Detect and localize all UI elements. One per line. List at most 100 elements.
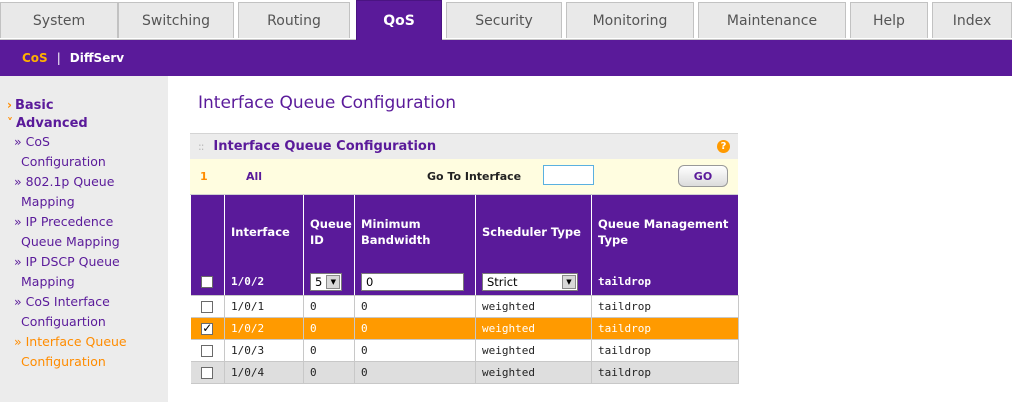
sidebar-item-ip-dscp-queue-mapping[interactable]: » IP DSCP Queue Mapping bbox=[0, 252, 168, 292]
sub-nav: CoS | DiffServ bbox=[0, 40, 1012, 76]
queue-id-select-value: 5 bbox=[315, 274, 323, 289]
sidebar-item-label: » IP Precedence bbox=[14, 214, 114, 229]
sidebar-item-label: Mapping bbox=[21, 274, 75, 289]
cell-min-bandwidth: 0 bbox=[354, 295, 476, 318]
cell-min-bandwidth: 0 bbox=[354, 317, 476, 340]
cell-scheduler-type: weighted bbox=[475, 295, 592, 318]
page-title: Interface Queue Configuration bbox=[198, 93, 457, 113]
column-header-queue-management-type: Queue Management Type bbox=[591, 195, 739, 269]
edit-row-interface: 1/0/2 bbox=[224, 269, 304, 296]
column-header-minimum-bandwidth: Minimum Bandwidth bbox=[354, 195, 476, 269]
queue-id-select[interactable]: 5 ▼ bbox=[310, 272, 343, 291]
drag-handle-icon[interactable]: :: bbox=[198, 140, 205, 153]
select-all-checkbox[interactable] bbox=[201, 276, 214, 289]
help-icon[interactable]: ? bbox=[717, 140, 730, 153]
cell-queue-management: taildrop bbox=[591, 361, 739, 384]
scheduler-type-select-value: Strict bbox=[487, 274, 518, 289]
interface-queue-panel: :: Interface Queue Configuration ? 1 All… bbox=[190, 133, 739, 384]
subnav-separator: | bbox=[56, 51, 61, 65]
cell-queue-management: taildrop bbox=[591, 339, 739, 362]
cell-interface: 1/0/4 bbox=[224, 361, 304, 384]
cell-queue-id: 0 bbox=[303, 317, 355, 340]
cell-queue-id: 0 bbox=[303, 295, 355, 318]
sidebar-item-label: » 802.1p Queue bbox=[14, 174, 115, 189]
chevron-down-icon: ▼ bbox=[562, 274, 576, 289]
column-header-queue-id: Queue ID bbox=[303, 195, 355, 269]
top-nav: System Switching Routing QoS Security Mo… bbox=[0, 0, 1012, 40]
column-header-scheduler-type: Scheduler Type bbox=[475, 195, 592, 269]
sidebar: › Basic ˅ Advanced » CoS Configuration » 8… bbox=[0, 76, 168, 402]
table-header-row: Interface Queue ID Minimum Bandwidth Sch… bbox=[190, 195, 739, 269]
cell-scheduler-type: weighted bbox=[475, 317, 592, 340]
column-header-interface: Interface bbox=[224, 195, 304, 269]
tab-monitoring[interactable]: Monitoring bbox=[566, 2, 694, 38]
tab-index[interactable]: Index bbox=[932, 2, 1012, 38]
edit-row-queue-management: taildrop bbox=[591, 269, 739, 296]
sidebar-item-label: Queue Mapping bbox=[21, 234, 120, 249]
sidebar-item-label: » Interface Queue bbox=[14, 334, 127, 349]
sidebar-item-label: » CoS bbox=[14, 134, 50, 149]
cell-interface: 1/0/1 bbox=[224, 295, 304, 318]
table-row[interactable]: 1/0/2 0 0 weighted taildrop bbox=[190, 317, 739, 340]
sidebar-item-8021p-queue-mapping[interactable]: » 802.1p Queue Mapping bbox=[0, 172, 168, 212]
row-checkbox-cell bbox=[190, 317, 225, 340]
cell-queue-id: 0 bbox=[303, 339, 355, 362]
scheduler-type-select[interactable]: Strict ▼ bbox=[482, 272, 578, 291]
sidebar-basic[interactable]: › Basic bbox=[0, 96, 168, 114]
tab-system[interactable]: System bbox=[0, 2, 118, 38]
sidebar-item-label: » CoS Interface bbox=[14, 294, 110, 309]
cell-min-bandwidth: 0 bbox=[354, 339, 476, 362]
page-number[interactable]: 1 bbox=[200, 170, 208, 183]
cell-queue-management: taildrop bbox=[591, 295, 739, 318]
table-row[interactable]: 1/0/3 0 0 weighted taildrop bbox=[190, 339, 739, 362]
row-checkbox-cell bbox=[190, 339, 225, 362]
tab-maintenance[interactable]: Maintenance bbox=[698, 2, 846, 38]
sidebar-advanced-label: Advanced bbox=[16, 116, 88, 131]
sidebar-item-label: Configuration bbox=[21, 154, 106, 169]
row-checkbox[interactable] bbox=[201, 366, 214, 379]
all-link[interactable]: All bbox=[246, 170, 262, 183]
table-row[interactable]: 1/0/4 0 0 weighted taildrop bbox=[190, 361, 739, 384]
sidebar-item-cos-configuration[interactable]: » CoS Configuration bbox=[0, 132, 168, 172]
row-checkbox[interactable] bbox=[201, 344, 214, 357]
goto-interface-label: Go To Interface bbox=[427, 170, 522, 183]
row-checkbox-cell bbox=[190, 295, 225, 318]
panel-header: :: Interface Queue Configuration ? bbox=[190, 133, 738, 159]
cell-interface: 1/0/3 bbox=[224, 339, 304, 362]
cell-queue-management: taildrop bbox=[591, 317, 739, 340]
tab-qos[interactable]: QoS bbox=[356, 0, 442, 40]
sidebar-item-ip-precedence-queue-mapping[interactable]: » IP Precedence Queue Mapping bbox=[0, 212, 168, 252]
minimum-bandwidth-input[interactable]: 0 bbox=[361, 272, 464, 291]
cell-scheduler-type: weighted bbox=[475, 339, 592, 362]
tab-help[interactable]: Help bbox=[850, 2, 928, 38]
chevron-right-icon: › bbox=[7, 98, 12, 112]
subnav-cos[interactable]: CoS bbox=[22, 51, 48, 65]
sidebar-item-cos-interface-configuration[interactable]: » CoS Interface Configuartion bbox=[0, 292, 168, 332]
tab-switching[interactable]: Switching bbox=[118, 2, 234, 38]
edit-row-queue-id-cell: 5 ▼ bbox=[303, 269, 355, 296]
edit-row-bandwidth-cell: 0 bbox=[354, 269, 476, 296]
table-row[interactable]: 1/0/1 0 0 weighted taildrop bbox=[190, 295, 739, 318]
edit-row-scheduler-cell: Strict ▼ bbox=[475, 269, 592, 296]
chevron-down-icon: ˅ bbox=[7, 116, 13, 130]
sidebar-item-interface-queue-configuration[interactable]: » Interface Queue Configuration bbox=[0, 332, 168, 372]
cell-queue-id: 0 bbox=[303, 361, 355, 384]
go-button[interactable]: GO bbox=[678, 165, 728, 187]
row-checkbox-cell bbox=[190, 361, 225, 384]
sidebar-item-label: Configuartion bbox=[21, 314, 106, 329]
chevron-down-icon: ▼ bbox=[326, 274, 341, 289]
cell-interface: 1/0/2 bbox=[224, 317, 304, 340]
row-checkbox[interactable] bbox=[201, 321, 214, 335]
row-checkbox[interactable] bbox=[201, 300, 214, 313]
sidebar-item-label: Mapping bbox=[21, 194, 75, 209]
cell-scheduler-type: weighted bbox=[475, 361, 592, 384]
tab-security[interactable]: Security bbox=[446, 2, 562, 38]
sidebar-advanced[interactable]: ˅ Advanced bbox=[0, 114, 168, 132]
sidebar-item-label: » IP DSCP Queue bbox=[14, 254, 120, 269]
sidebar-item-label: Configuration bbox=[21, 354, 106, 369]
select-all-header bbox=[190, 195, 225, 269]
subnav-diffserv[interactable]: DiffServ bbox=[70, 51, 124, 65]
queue-table: Interface Queue ID Minimum Bandwidth Sch… bbox=[190, 195, 739, 384]
tab-routing[interactable]: Routing bbox=[238, 2, 350, 38]
goto-interface-input[interactable] bbox=[543, 165, 594, 185]
